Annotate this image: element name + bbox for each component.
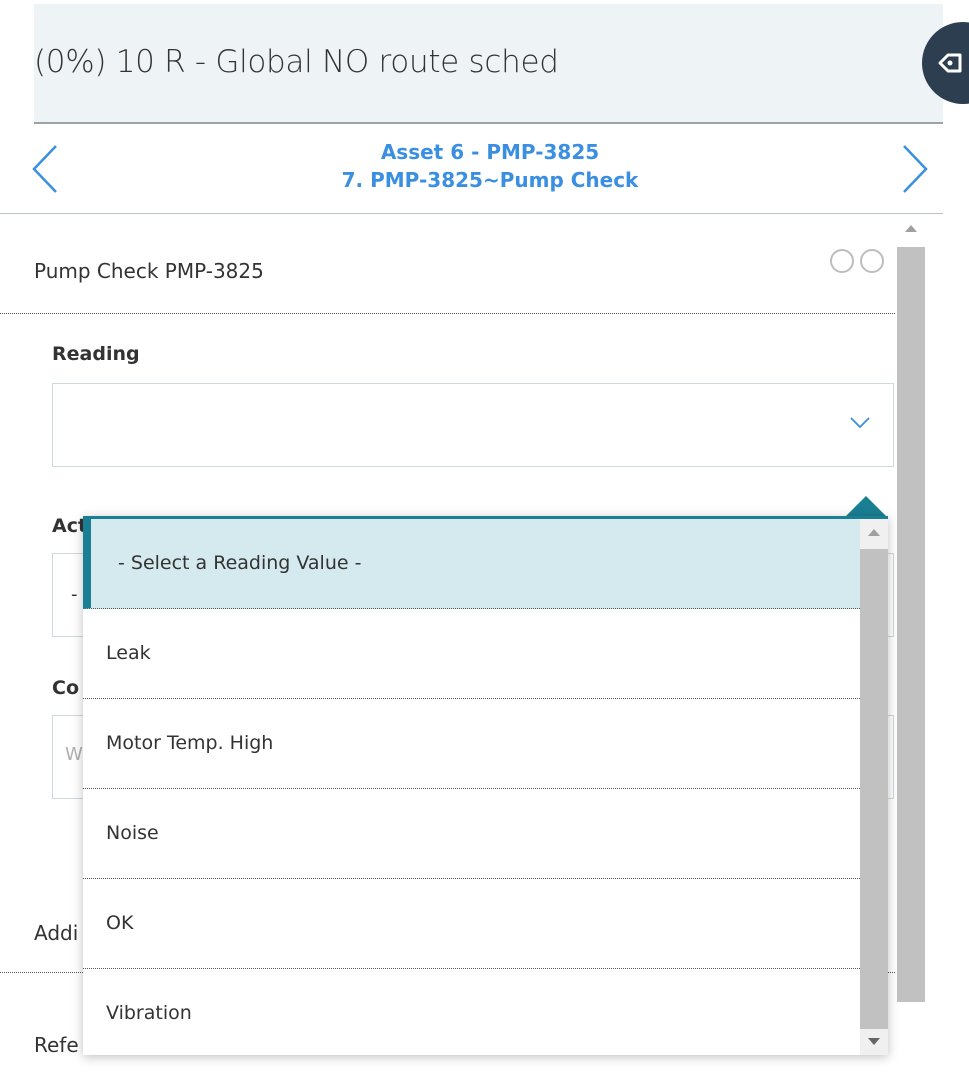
dropdown-scrollbar[interactable] <box>860 519 888 1055</box>
comment-label: Co <box>52 677 79 699</box>
route-title: (0%) 10 R - Global NO route sched <box>34 44 559 80</box>
section-title: Pump Check PMP-3825 <box>34 259 264 283</box>
option-vibration[interactable]: Vibration <box>83 969 860 1059</box>
reference-documents-label[interactable]: Refe <box>34 1033 79 1057</box>
device-status-icon <box>830 249 854 273</box>
asset-navigation: Asset 6 - PMP-3825 7. PMP-3825~Pump Chec… <box>0 124 943 214</box>
page-scrollbar[interactable] <box>897 215 925 1087</box>
reading-label: Reading <box>52 343 140 365</box>
chevron-right-icon[interactable] <box>898 142 932 196</box>
option-motor-temp-high[interactable]: Motor Temp. High <box>83 699 860 789</box>
option-leak[interactable]: Leak <box>83 609 860 699</box>
cloud-status-icon <box>860 249 884 273</box>
dropdown-scroll-up-icon[interactable] <box>868 529 880 536</box>
step-line: 7. PMP-3825~Pump Check <box>341 168 639 192</box>
scroll-up-icon[interactable] <box>905 225 917 232</box>
chevron-down-icon <box>850 417 870 429</box>
chevron-left-icon[interactable] <box>28 142 62 196</box>
asset-line: Asset 6 - PMP-3825 <box>380 140 600 164</box>
route-header: (0%) 10 R - Global NO route sched <box>34 4 943 124</box>
option-select-reading[interactable]: - Select a Reading Value - <box>83 519 860 609</box>
reading-dropdown: - Select a Reading Value - Leak Motor Te… <box>83 516 888 1055</box>
reading-options-list: - Select a Reading Value - Leak Motor Te… <box>83 519 860 1055</box>
action-value: - <box>71 584 78 605</box>
page-scroll-thumb[interactable] <box>897 247 925 1002</box>
comment-placeholder: W <box>65 744 83 765</box>
action-label: Act <box>52 515 88 537</box>
option-ok[interactable]: OK <box>83 879 860 969</box>
additional-label[interactable]: Addi <box>34 921 78 945</box>
reading-select[interactable] <box>52 383 894 467</box>
dropdown-caret <box>846 496 886 516</box>
status-icons <box>824 249 884 277</box>
current-step-title: Asset 6 - PMP-3825 7. PMP-3825~Pump Chec… <box>200 138 780 194</box>
dropdown-scroll-thumb[interactable] <box>860 549 888 1029</box>
sidebar-toggle-icon <box>938 53 962 73</box>
dropdown-scroll-down-icon[interactable] <box>868 1038 880 1045</box>
section-divider <box>0 313 895 314</box>
option-noise[interactable]: Noise <box>83 789 860 879</box>
